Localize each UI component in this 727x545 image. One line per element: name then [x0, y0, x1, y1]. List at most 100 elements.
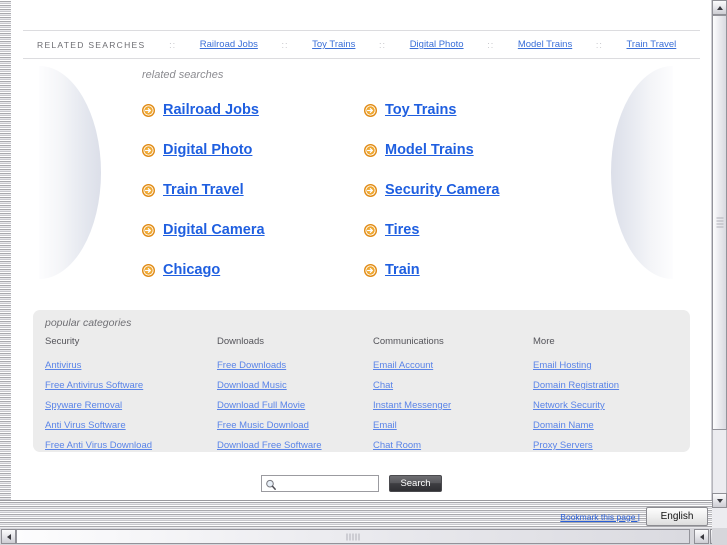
category-link[interactable]: Free Anti Virus Download [45, 436, 217, 456]
category-link[interactable]: Free Antivirus Software [45, 376, 217, 396]
circle-arrow-right-icon [364, 183, 377, 197]
related-link-label: Train Travel [163, 182, 244, 198]
category-link[interactable]: Free Downloads [217, 356, 373, 376]
category-link[interactable]: Anti Virus Software [45, 416, 217, 436]
circle-arrow-right-icon [142, 223, 155, 237]
category-title: Security [45, 336, 80, 347]
related-link-label: Tires [385, 222, 420, 238]
category-link[interactable]: Email Account [373, 356, 533, 376]
magnifier-icon [265, 478, 277, 490]
strip-link-toy-trains[interactable]: Toy Trains [312, 39, 355, 50]
category-column-communications: Communications Email Account Chat Instan… [373, 336, 533, 456]
strip-link-model-trains[interactable]: Model Trains [518, 39, 572, 50]
category-link[interactable]: Download Music [217, 376, 373, 396]
triangle-left-icon [6, 533, 11, 540]
related-link-label: Chicago [163, 262, 221, 278]
browser-viewport: RELATED SEARCHES :: Railroad Jobs :: Toy… [0, 0, 727, 545]
scroll-up-button[interactable] [712, 0, 727, 15]
category-link[interactable]: Instant Messenger [373, 396, 533, 416]
vertical-scrollbar[interactable] [712, 0, 727, 528]
vertical-scrollbar-thumb[interactable] [712, 15, 727, 430]
circle-arrow-right-icon [142, 103, 155, 117]
related-link-train-travel[interactable]: Train Travel [142, 170, 364, 210]
search-input-wrapper[interactable] [261, 475, 379, 492]
triangle-up-icon [716, 5, 723, 10]
scroll-down-button[interactable] [712, 493, 727, 508]
circle-arrow-right-icon [142, 263, 155, 277]
popular-categories-heading: popular categories [45, 317, 132, 329]
category-link[interactable]: Antivirus [45, 356, 217, 376]
related-link-model-trains[interactable]: Model Trains [364, 130, 586, 170]
circle-arrow-right-icon [364, 223, 377, 237]
strip-link-railroad-jobs[interactable]: Railroad Jobs [200, 39, 258, 50]
related-link-digital-camera[interactable]: Digital Camera [142, 210, 364, 250]
page-document: RELATED SEARCHES :: Railroad Jobs :: Toy… [11, 0, 712, 500]
related-link-label: Security Camera [385, 182, 500, 198]
related-link-security-camera[interactable]: Security Camera [364, 170, 586, 210]
language-selector[interactable]: English [646, 507, 708, 526]
related-searches-heading: related searches [142, 69, 224, 81]
popular-categories-columns: Security Antivirus Free Antivirus Softwa… [45, 336, 685, 456]
category-link[interactable]: Spyware Removal [45, 396, 217, 416]
category-link[interactable]: Download Full Movie [217, 396, 373, 416]
category-link[interactable]: Download Free Software [217, 436, 373, 456]
category-link[interactable]: Free Music Download [217, 416, 373, 436]
related-link-railroad-jobs[interactable]: Railroad Jobs [142, 90, 364, 130]
category-link[interactable]: Domain Name [533, 416, 683, 436]
scrollbar-grip-icon [346, 533, 360, 540]
scrollbar-grip-icon [716, 217, 723, 228]
circle-arrow-right-icon [364, 263, 377, 277]
category-link[interactable]: Email [373, 416, 533, 436]
related-link-label: Digital Photo [163, 142, 253, 158]
related-link-label: Toy Trains [385, 102, 457, 118]
category-link[interactable]: Network Security [533, 396, 683, 416]
category-title: Downloads [217, 336, 264, 347]
horizontal-scrollbar[interactable] [0, 528, 727, 545]
horizontal-scrollbar-thumb[interactable] [16, 529, 690, 544]
strip-link-digital-photo[interactable]: Digital Photo [410, 39, 464, 50]
scroll-left-button[interactable] [1, 529, 16, 544]
strip-separator: :: [169, 39, 177, 50]
category-column-more: More Email Hosting Domain Registration N… [533, 336, 683, 456]
related-searches-link-grid: Railroad Jobs Toy Trains Digital Photo M… [142, 90, 592, 290]
circle-arrow-right-icon [364, 143, 377, 157]
category-link[interactable]: Proxy Servers [533, 436, 683, 456]
related-link-digital-photo[interactable]: Digital Photo [142, 130, 364, 170]
related-link-label: Model Trains [385, 142, 474, 158]
scroll-left-button-secondary[interactable] [694, 529, 709, 544]
related-searches-strip-label: RELATED SEARCHES [37, 39, 146, 50]
related-link-chicago[interactable]: Chicago [142, 250, 364, 290]
strip-separator: :: [281, 39, 289, 50]
search-button[interactable]: Search [389, 475, 442, 492]
category-link[interactable]: Chat [373, 376, 533, 396]
related-link-label: Digital Camera [163, 222, 265, 238]
decorative-semicircle-left [39, 66, 101, 279]
strip-separator: :: [595, 39, 603, 50]
page-background-left-stripe [0, 0, 11, 528]
strip-separator: :: [487, 39, 495, 50]
related-link-toy-trains[interactable]: Toy Trains [364, 90, 586, 130]
related-searches-strip: RELATED SEARCHES :: Railroad Jobs :: Toy… [23, 30, 700, 59]
circle-arrow-right-icon [142, 143, 155, 157]
category-link[interactable]: Domain Registration [533, 376, 683, 396]
scrollbar-corner [712, 528, 727, 545]
category-title: Communications [373, 336, 444, 347]
search-input[interactable] [262, 476, 378, 491]
bookmark-this-page-link[interactable]: Bookmark this page | [560, 512, 640, 522]
category-title: More [533, 336, 555, 347]
related-link-tires[interactable]: Tires [364, 210, 586, 250]
circle-arrow-right-icon [364, 103, 377, 117]
circle-arrow-right-icon [142, 183, 155, 197]
category-link[interactable]: Chat Room [373, 436, 533, 456]
popular-categories-panel: popular categories Security Antivirus Fr… [33, 310, 690, 452]
related-link-label: Railroad Jobs [163, 102, 259, 118]
triangle-down-icon [716, 498, 723, 503]
triangle-left-icon [699, 533, 704, 540]
strip-link-train-travel[interactable]: Train Travel [626, 39, 676, 50]
strip-separator: :: [379, 39, 387, 50]
related-link-train[interactable]: Train [364, 250, 586, 290]
status-bar: Bookmark this page | English [0, 505, 712, 528]
related-link-label: Train [385, 262, 420, 278]
category-link[interactable]: Email Hosting [533, 356, 683, 376]
category-column-downloads: Downloads Free Downloads Download Music … [217, 336, 373, 456]
